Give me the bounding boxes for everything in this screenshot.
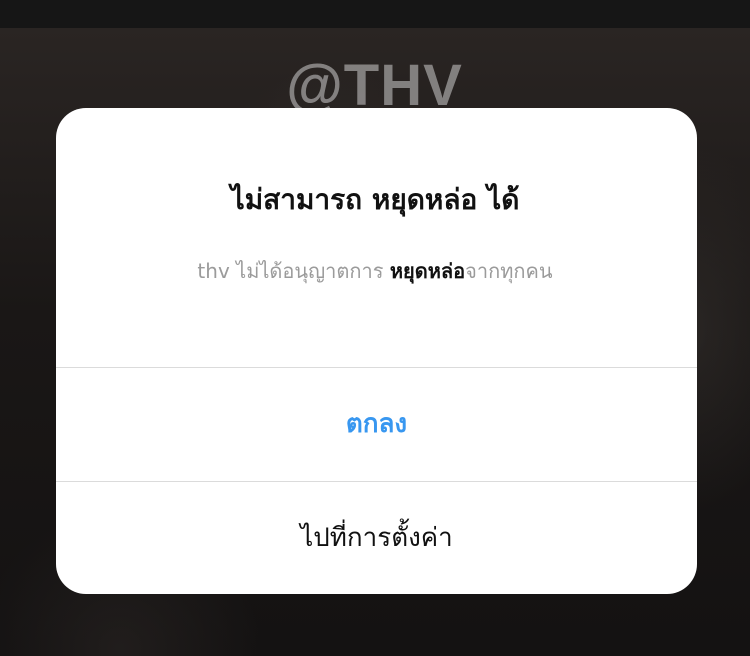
alert-message: thv ไม่ได้อนุญาตการ หยุดหล่อจากทุกคน: [0, 255, 750, 287]
alert-message-feature: หยุดหล่อ: [389, 259, 466, 283]
go-to-settings-button[interactable]: ไปที่การตั้งค่า: [56, 482, 697, 594]
alert-message-prefix: thv ไม่ได้อนุญาตการ: [197, 259, 390, 283]
ok-button[interactable]: ตกลง: [56, 368, 697, 481]
status-bar: [0, 0, 750, 28]
screen: @THV ไม่สามารถ หยุดหล่อ ได้ thv ไม่ได้อน…: [0, 0, 750, 656]
alert-title: ไม่สามารถ หยุดหล่อ ได้: [230, 183, 520, 216]
alert-message-suffix: จากทุกคน: [465, 259, 553, 283]
